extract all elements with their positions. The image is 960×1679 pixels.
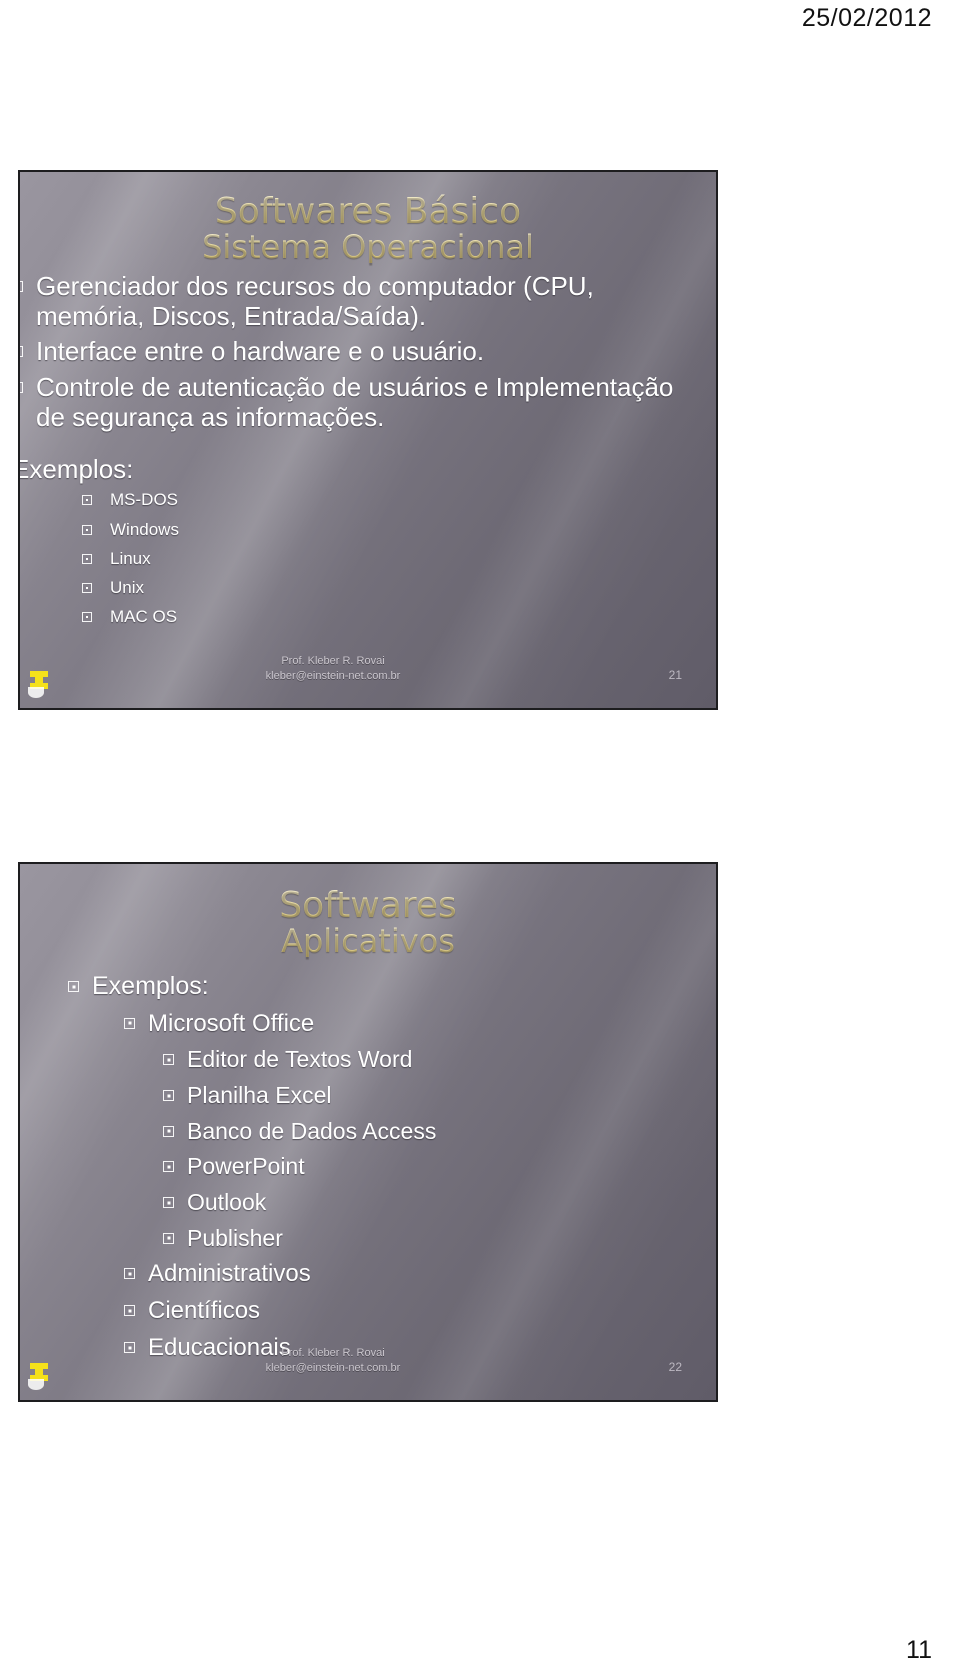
slide-2-title-line-2: Aplicativos bbox=[20, 925, 716, 958]
square-bullet-icon bbox=[20, 381, 23, 393]
square-bullet-icon bbox=[82, 495, 92, 506]
bullet-item: Controle de autenticação de usuários e I… bbox=[20, 371, 692, 432]
bullet-label: Exemplos: bbox=[92, 972, 209, 1000]
slide-1-title-line-2: Sistema Operacional bbox=[20, 231, 716, 264]
bullet-item: Editor de Textos Word bbox=[163, 1046, 716, 1073]
bullet-label: Gerenciador dos recursos do computador (… bbox=[36, 271, 594, 331]
square-bullet-icon bbox=[163, 1161, 174, 1173]
square-bullet-icon bbox=[82, 524, 92, 535]
slide-2-title: Softwares Aplicativos bbox=[20, 887, 716, 958]
footer-credits: Prof. Kleber R. Rovai kleber@einstein-ne… bbox=[20, 654, 716, 684]
bullet-item: Administrativos bbox=[124, 1260, 716, 1288]
bullet-item: Interface entre o hardware e o usuário. bbox=[20, 336, 692, 367]
footer-presenter: Prof. Kleber R. Rovai bbox=[281, 1347, 385, 1359]
square-bullet-icon bbox=[163, 1054, 174, 1066]
bullet-item: Microsoft Office bbox=[124, 1010, 716, 1038]
slide-1-footer: Prof. Kleber R. Rovai kleber@einstein-ne… bbox=[20, 654, 716, 700]
slide-softwares-aplicativos: Softwares Aplicativos Exemplos: Microsof… bbox=[18, 862, 718, 1402]
square-bullet-icon bbox=[68, 981, 79, 992]
page-number: 11 bbox=[906, 1636, 932, 1664]
square-bullet-icon bbox=[82, 612, 92, 623]
square-bullet-icon bbox=[163, 1197, 174, 1209]
slide-1-title: Softwares Básico Sistema Operacional bbox=[20, 193, 716, 264]
bullet-item: Científicos bbox=[124, 1297, 716, 1325]
list-item: Windows bbox=[82, 519, 692, 540]
bullet-item: Publisher bbox=[163, 1225, 716, 1252]
bullet-label: Editor de Textos Word bbox=[187, 1046, 413, 1073]
list-item-label: MS-DOS bbox=[110, 490, 178, 510]
bullet-label: Outlook bbox=[187, 1189, 267, 1216]
list-item: Linux bbox=[82, 548, 692, 569]
list-item-label: Unix bbox=[110, 578, 145, 598]
square-bullet-icon bbox=[82, 583, 92, 594]
bullet-label: Planilha Excel bbox=[187, 1082, 332, 1108]
footer-credits: Prof. Kleber R. Rovai kleber@einstein-ne… bbox=[20, 1346, 716, 1376]
footer-presenter: Prof. Kleber R. Rovai bbox=[281, 655, 385, 667]
bullet-item: Exemplos: bbox=[68, 972, 716, 1001]
list-item: MAC OS bbox=[82, 606, 692, 627]
slide-1-title-line-1: Softwares Básico bbox=[20, 193, 716, 231]
slide-2-footer: Prof. Kleber R. Rovai kleber@einstein-ne… bbox=[20, 1346, 716, 1392]
bullet-label: Administrativos bbox=[148, 1260, 311, 1288]
slide-number: 22 bbox=[668, 1360, 682, 1374]
bullet-label: Interface entre o hardware e o usuário. bbox=[36, 336, 485, 367]
square-bullet-icon bbox=[82, 553, 92, 564]
slide-2-title-line-1: Softwares bbox=[20, 887, 716, 925]
square-bullet-icon bbox=[163, 1125, 174, 1137]
square-bullet-icon bbox=[163, 1232, 174, 1244]
list-item: Unix bbox=[82, 577, 692, 598]
slide-1-content: Gerenciador dos recursos do computador (… bbox=[18, 271, 716, 636]
list-item: MS-DOS bbox=[82, 489, 692, 510]
bullet-label: Publisher bbox=[187, 1224, 283, 1251]
square-bullet-icon bbox=[20, 346, 23, 358]
list-item-label: Windows bbox=[110, 519, 179, 539]
footer-email: kleber@einstein-net.com.br bbox=[265, 1361, 401, 1374]
page-date: 25/02/2012 bbox=[801, 4, 932, 32]
square-bullet-icon bbox=[124, 1305, 135, 1317]
bullet-label: Microsoft Office bbox=[148, 1009, 315, 1037]
bullet-item: Outlook bbox=[163, 1189, 716, 1216]
bullet-label: Banco de Dados Access bbox=[187, 1117, 437, 1144]
square-bullet-icon bbox=[20, 281, 23, 292]
bullet-item: Gerenciador dos recursos do computador (… bbox=[20, 271, 692, 331]
bullet-label: Controle de autenticação de usuários e I… bbox=[36, 371, 674, 432]
bullet-item: PowerPoint bbox=[163, 1153, 716, 1180]
square-bullet-icon bbox=[124, 1268, 135, 1280]
square-bullet-icon bbox=[163, 1090, 174, 1101]
list-item-label: Linux bbox=[110, 548, 151, 568]
footer-email: kleber@einstein-net.com.br bbox=[265, 669, 401, 682]
slide-number: 21 bbox=[668, 668, 682, 682]
bullet-label: PowerPoint bbox=[187, 1153, 305, 1180]
list-item-label: MAC OS bbox=[110, 607, 178, 627]
slide-2-content: Exemplos: Microsoft Office Editor de Tex… bbox=[20, 972, 716, 1371]
bullet-item: Planilha Excel bbox=[163, 1082, 716, 1109]
bullet-label: Científicos bbox=[148, 1297, 261, 1325]
examples-label: Exemplos: bbox=[18, 454, 134, 485]
page-header: 25/02/2012 bbox=[0, 0, 960, 52]
slide-softwares-basico: Softwares Básico Sistema Operacional Ger… bbox=[18, 170, 718, 710]
square-bullet-icon bbox=[124, 1017, 135, 1029]
bullet-item: Banco de Dados Access bbox=[163, 1118, 716, 1145]
